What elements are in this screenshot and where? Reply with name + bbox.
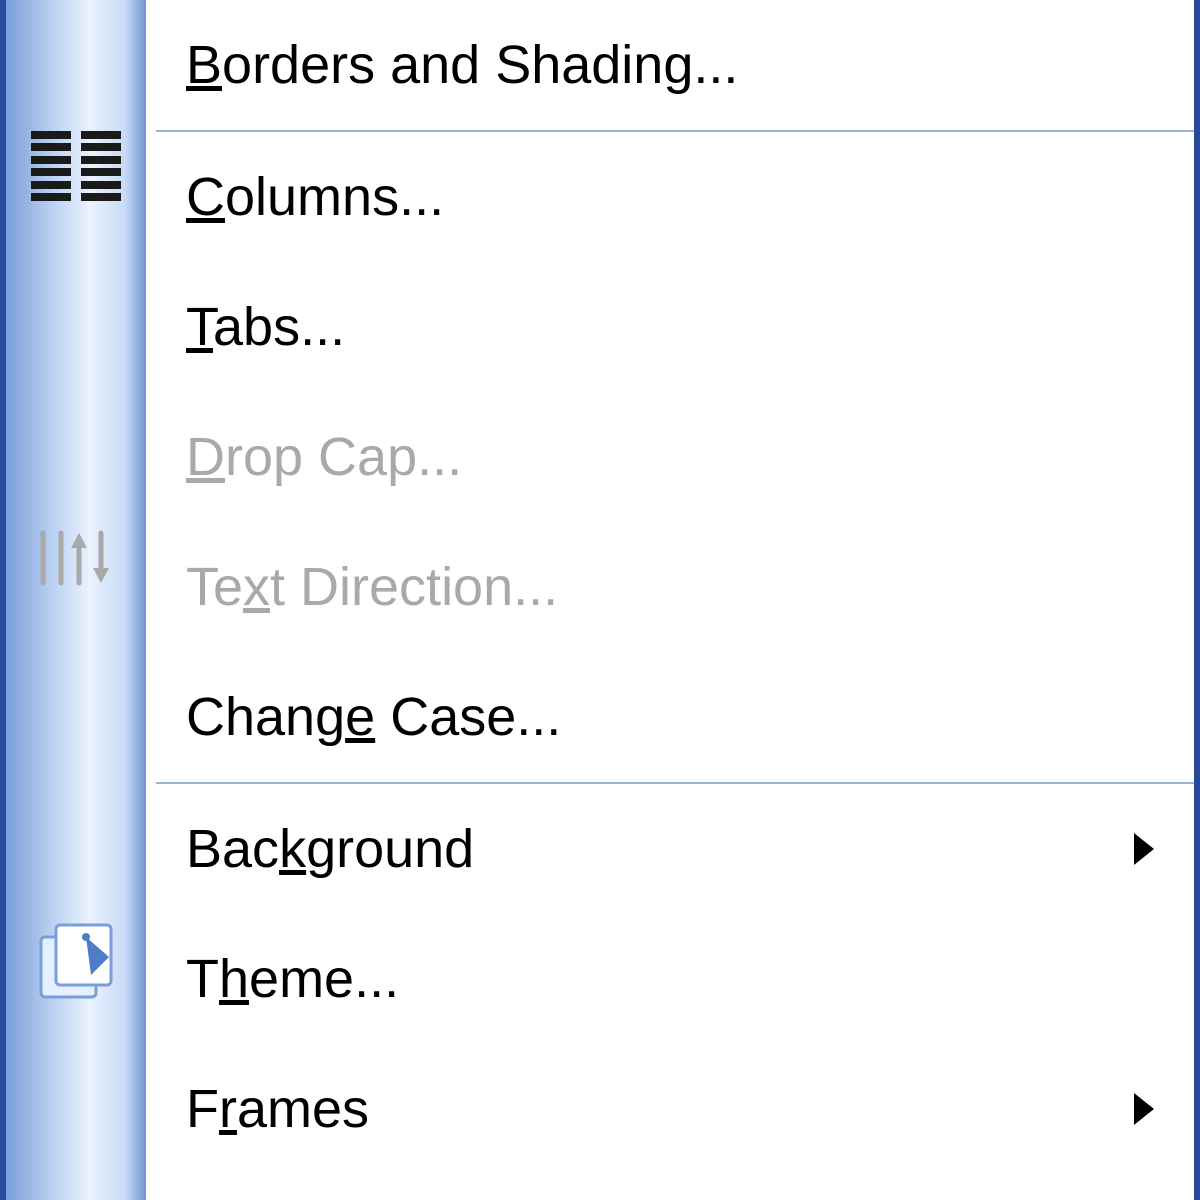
menu-item-label: Frames	[186, 1079, 369, 1139]
menu-items: Borders and Shading... Columns... Tabs..…	[146, 0, 1194, 1200]
menu-item-frames[interactable]: Frames	[146, 1044, 1194, 1174]
menu-item-background[interactable]: Background	[146, 784, 1194, 914]
menu-item-columns[interactable]: Columns...	[146, 132, 1194, 262]
menu-item-label: Tabs...	[186, 297, 345, 357]
menu-item-borders-shading[interactable]: Borders and Shading...	[146, 0, 1194, 130]
menu-item-label: Columns...	[186, 167, 444, 227]
menu-item-label: Change Case...	[186, 687, 561, 747]
submenu-arrow-icon	[1134, 833, 1154, 865]
menu-icon-gutter	[6, 0, 146, 1200]
theme-icon	[31, 917, 121, 1007]
menu-item-change-case[interactable]: Change Case...	[146, 652, 1194, 782]
menu-item-tabs[interactable]: Tabs...	[146, 262, 1194, 392]
text-direction-icon	[31, 523, 121, 593]
menu-item-label: Borders and Shading...	[186, 35, 738, 95]
columns-icon	[31, 131, 121, 201]
menu-item-label: Drop Cap...	[186, 427, 462, 487]
menu-item-text-direction: Text Direction...	[146, 522, 1194, 652]
menu-item-label: Background	[186, 819, 474, 879]
submenu-arrow-icon	[1134, 1093, 1154, 1125]
format-menu: Borders and Shading... Columns... Tabs..…	[0, 0, 1200, 1200]
menu-item-label: Text Direction...	[186, 557, 558, 617]
menu-item-theme[interactable]: Theme...	[146, 914, 1194, 1044]
menu-item-drop-cap: Drop Cap...	[146, 392, 1194, 522]
menu-item-label: Theme...	[186, 949, 399, 1009]
